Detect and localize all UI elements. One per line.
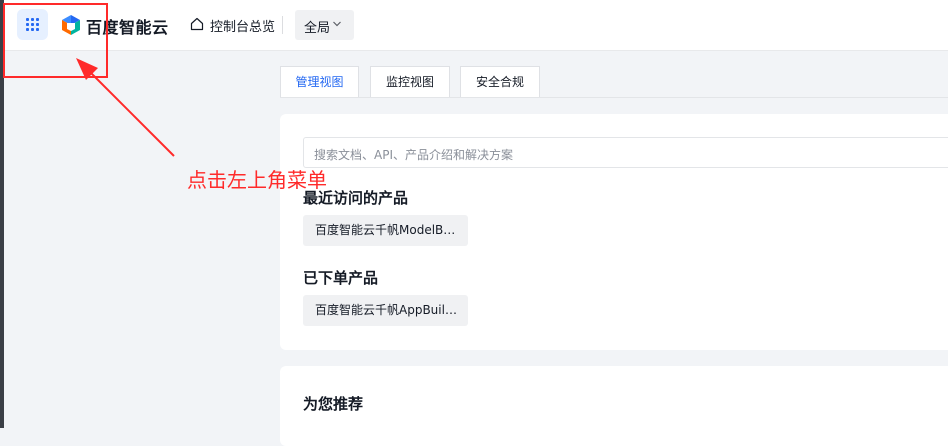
annotation-text: 点击左上角菜单 bbox=[187, 168, 327, 192]
header-divider bbox=[282, 16, 283, 34]
chevron-down-icon bbox=[333, 21, 341, 27]
ordered-products-title: 已下单产品 bbox=[303, 269, 379, 287]
top-header: 百度智能云 控制台总览 全局 bbox=[0, 0, 948, 51]
region-select[interactable]: 全局 bbox=[295, 10, 354, 40]
search-placeholder: 搜索文档、API、产品介绍和解决方案 bbox=[314, 148, 513, 162]
tab-monitoring-view[interactable]: 监控视图 bbox=[370, 66, 450, 97]
ordered-product-chip[interactable]: 百度智能云千帆AppBuil… bbox=[303, 295, 468, 326]
recent-product-chip[interactable]: 百度智能云千帆ModelB… bbox=[303, 215, 468, 246]
recommend-card bbox=[280, 366, 948, 446]
tab-management-view[interactable]: 管理视图 bbox=[280, 66, 359, 98]
home-icon[interactable] bbox=[190, 17, 204, 31]
highlight-box bbox=[3, 3, 108, 78]
recommend-title: 为您推荐 bbox=[303, 395, 364, 413]
tab-security-compliance[interactable]: 安全合规 bbox=[460, 66, 540, 97]
search-input[interactable]: 搜索文档、API、产品介绍和解决方案 bbox=[303, 137, 948, 168]
tabs-underline bbox=[280, 97, 948, 98]
region-select-value: 全局 bbox=[304, 21, 331, 36]
console-overview-link[interactable]: 控制台总览 bbox=[210, 16, 275, 35]
